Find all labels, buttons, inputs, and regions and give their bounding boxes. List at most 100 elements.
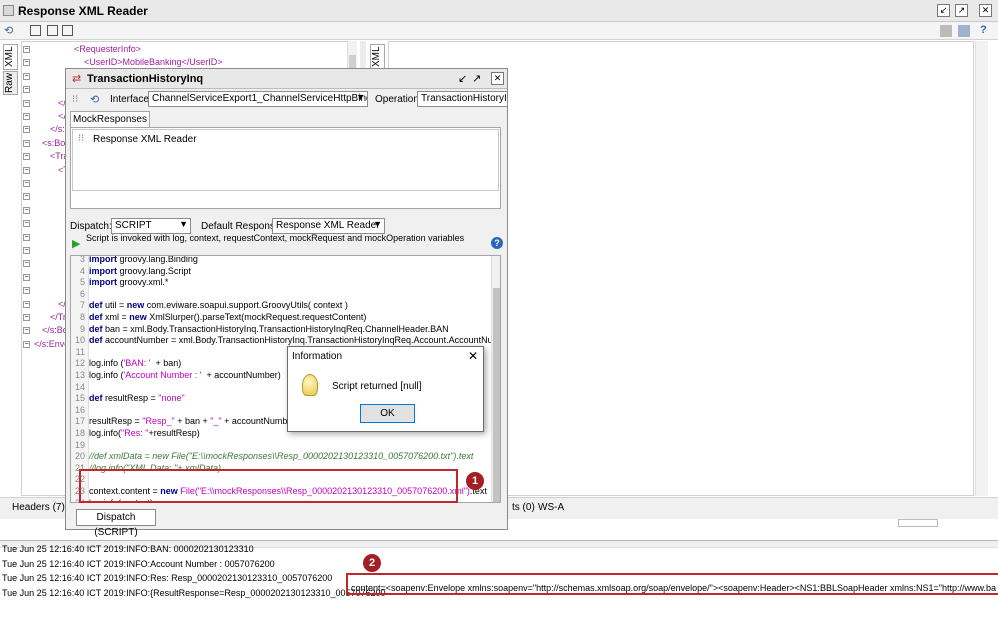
code-token: util = bbox=[102, 300, 127, 311]
code-token: resultResp = bbox=[89, 416, 143, 427]
interface-label: Interface bbox=[110, 94, 149, 105]
dialog-title: Information bbox=[292, 351, 343, 362]
code-token: //def xmlData = new File("E:\\mockRespon… bbox=[89, 451, 474, 462]
mock-detach-icon[interactable]: ↗ bbox=[472, 72, 481, 85]
fold-icon[interactable]: − bbox=[23, 113, 30, 120]
dialog-close-icon[interactable]: ✕ bbox=[468, 349, 478, 363]
fold-icon[interactable]: − bbox=[23, 126, 30, 134]
code-token: 'BAN: ' bbox=[123, 358, 151, 369]
xml-line: − <RequesterInfo> bbox=[22, 44, 352, 56]
code-token: import bbox=[89, 255, 117, 264]
mock-refresh-icon[interactable]: ⟲ bbox=[90, 93, 99, 106]
code-line: 15 def resultResp = "none" bbox=[71, 393, 185, 404]
options-icon[interactable] bbox=[940, 25, 952, 37]
tab-dispatch-script[interactable]: Dispatch (SCRIPT) bbox=[76, 509, 156, 538]
operation-select[interactable]: TransactionHistoryInq bbox=[417, 91, 507, 107]
fold-icon[interactable]: − bbox=[23, 247, 30, 254]
fold-icon[interactable]: − bbox=[23, 340, 30, 348]
line-number: 19 bbox=[74, 439, 85, 450]
log-line: Tue Jun 25 12:16:40 ICT 2019:INFO:{Resul… bbox=[2, 587, 386, 598]
layout-tab-icon[interactable] bbox=[62, 25, 73, 36]
fold-icon[interactable]: − bbox=[23, 314, 30, 321]
detach-icon[interactable]: ↗ bbox=[955, 4, 968, 17]
mock-options-icon[interactable]: ⁝⁝ bbox=[72, 94, 78, 105]
interface-select[interactable]: ChannelServiceExport1_ChannelServiceHttp… bbox=[148, 91, 368, 107]
fold-icon[interactable]: − bbox=[23, 86, 30, 94]
fold-icon[interactable]: − bbox=[23, 72, 30, 80]
code-line: 16 bbox=[71, 405, 89, 416]
ok-button[interactable]: OK bbox=[360, 404, 415, 423]
refresh-icon[interactable] bbox=[958, 25, 970, 37]
mock-window-title-bar: ⇄ TransactionHistoryInq ↙ ↗ ✕ bbox=[66, 69, 507, 89]
mock-close-icon[interactable]: ✕ bbox=[491, 72, 504, 85]
mock-minimize-icon[interactable]: ↙ bbox=[458, 72, 467, 85]
dispatch-select[interactable]: SCRIPT ▼ bbox=[111, 218, 191, 234]
code-token: "Res: " bbox=[121, 428, 149, 438]
fold-icon[interactable]: − bbox=[23, 59, 30, 67]
log-line: Tue Jun 25 12:16:40 ICT 2019:INFO:Res: R… bbox=[2, 573, 333, 583]
help-icon[interactable]: ? bbox=[980, 24, 987, 36]
tab-attachments[interactable]: ts (0) bbox=[512, 502, 535, 513]
code-line: 20 //def xmlData = new File("E:\\mockResp… bbox=[71, 451, 473, 462]
format-icon[interactable]: ⟲ bbox=[4, 24, 13, 37]
tab-xml-left[interactable]: XML bbox=[3, 44, 18, 70]
default-response-label: Default Response: bbox=[201, 221, 284, 232]
mock-responses-list: ⁝⁝ Response XML Reader bbox=[72, 129, 499, 191]
fold-icon[interactable]: − bbox=[23, 273, 30, 281]
log-line: Tue Jun 25 12:16:40 ICT 2019:INFO:BAN: 0… bbox=[2, 544, 254, 554]
fold-icon[interactable]: − bbox=[23, 260, 30, 268]
window-icon bbox=[3, 5, 14, 16]
code-line: 10 def accountNumber = xml.Body.Transacti… bbox=[71, 335, 500, 346]
tab-headers[interactable]: Headers (7) bbox=[12, 502, 65, 513]
fold-icon[interactable]: − bbox=[23, 180, 30, 187]
response-scrollbar[interactable] bbox=[975, 41, 988, 496]
fold-icon[interactable]: − bbox=[23, 206, 30, 214]
line-number: 18 bbox=[74, 428, 85, 438]
code-line: 6 bbox=[71, 289, 89, 300]
fold-icon[interactable]: − bbox=[23, 193, 30, 201]
code-line: 8 def xml = new XmlSlurper().parseText(mo… bbox=[71, 312, 366, 323]
fold-icon[interactable]: − bbox=[23, 300, 30, 308]
tab-raw-left[interactable]: Raw bbox=[3, 71, 18, 95]
code-token: ban = xml.Body.TransactionHistoryInq.Tra… bbox=[102, 323, 449, 334]
fold-icon[interactable]: − bbox=[23, 139, 30, 147]
line-number: 17 bbox=[74, 416, 85, 427]
dialog-message: Script returned [null] bbox=[332, 381, 422, 392]
mock-operation-icon: ⇄ bbox=[72, 73, 82, 85]
layout-single-icon[interactable] bbox=[47, 25, 58, 36]
default-response-select[interactable]: Response XML Reader ▼ bbox=[272, 218, 385, 234]
list-item[interactable]: Response XML Reader bbox=[93, 134, 197, 145]
tab-ws-a[interactable]: WS-A bbox=[538, 502, 564, 513]
minimize-icon[interactable]: ↙ bbox=[937, 4, 950, 17]
lightbulb-icon bbox=[302, 374, 318, 396]
tab-mock-responses[interactable]: MockResponses bbox=[70, 111, 150, 127]
run-script-icon[interactable]: ▶ bbox=[72, 237, 80, 250]
code-line: 14 bbox=[71, 382, 89, 393]
fold-icon[interactable]: − bbox=[23, 327, 30, 335]
layout-split-icon[interactable] bbox=[30, 25, 41, 36]
script-scrollbar[interactable] bbox=[491, 256, 500, 502]
fold-icon[interactable]: − bbox=[23, 99, 30, 107]
xml-line-text: <RequesterInfo> bbox=[74, 44, 142, 54]
fold-icon[interactable]: − bbox=[23, 153, 30, 161]
annotation-badge-2: 2 bbox=[363, 554, 381, 572]
line-number: 6 bbox=[79, 288, 85, 299]
code-token: accountNumber = xml.Body.TransactionHist… bbox=[102, 335, 501, 346]
tab-xml-right[interactable]: XML bbox=[370, 44, 385, 70]
code-token: XmlSlurper().parseText(mockRequest.reque… bbox=[146, 312, 367, 322]
chevron-down-icon: ▼ bbox=[356, 92, 365, 102]
chevron-down-icon: ▼ bbox=[373, 219, 382, 229]
code-token: log.info ( bbox=[89, 358, 124, 369]
help-icon[interactable]: ? bbox=[491, 237, 503, 249]
code-line: 5 import groovy.xml.* bbox=[71, 277, 168, 288]
operation-label: Operation bbox=[375, 94, 419, 105]
close-icon[interactable]: ✕ bbox=[979, 4, 992, 17]
code-line: 3 import groovy.lang.Binding bbox=[71, 255, 198, 265]
fold-icon[interactable]: − bbox=[23, 166, 30, 174]
fold-icon[interactable]: − bbox=[23, 220, 30, 228]
fold-icon[interactable]: − bbox=[23, 233, 30, 241]
line-number: 3 bbox=[79, 255, 85, 264]
fold-icon[interactable]: − bbox=[23, 287, 30, 295]
fold-icon[interactable]: − bbox=[23, 46, 30, 53]
line-number: 4 bbox=[79, 265, 85, 276]
